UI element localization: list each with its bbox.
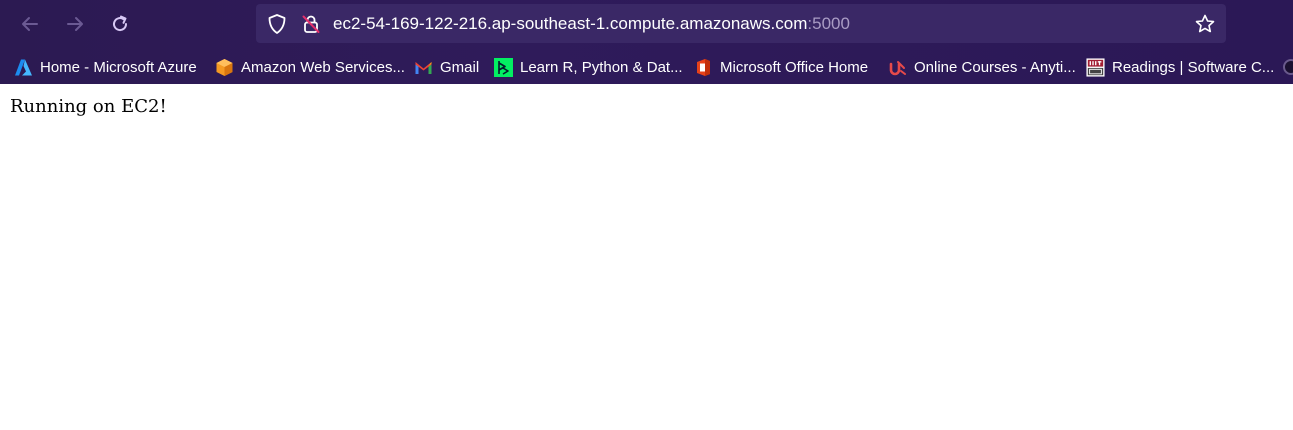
bookmarks-overflow-icon[interactable] (1283, 59, 1293, 75)
insecure-lock-icon[interactable] (300, 13, 322, 35)
bookmark-azure[interactable]: Home - Microsoft Azure (14, 55, 197, 79)
bookmark-label: Home - Microsoft Azure (40, 58, 197, 76)
url-host: ec2-54-169-122-216.ap-southeast-1.comput… (333, 14, 808, 33)
bookmark-udemy[interactable]: Online Courses - Anyti... (888, 55, 1076, 79)
page-content: Running on EC2! (0, 84, 1293, 430)
shield-icon[interactable] (266, 13, 288, 35)
url-text[interactable]: ec2-54-169-122-216.ap-southeast-1.comput… (333, 13, 850, 35)
reload-icon (113, 15, 128, 32)
forward-button[interactable] (61, 10, 89, 38)
bookmark-mit-ocw[interactable]: Readings | Software C... (1086, 55, 1274, 79)
bookmark-label: Amazon Web Services... (241, 58, 405, 76)
gmail-icon (414, 58, 433, 77)
azure-logo-icon (14, 58, 33, 77)
reload-button[interactable] (106, 10, 134, 38)
bookmark-datacamp[interactable]: Learn R, Python & Dat... (494, 55, 683, 79)
browser-chrome: ec2-54-169-122-216.ap-southeast-1.comput… (0, 0, 1293, 84)
bookmark-star-icon[interactable] (1194, 13, 1216, 35)
navigation-toolbar: ec2-54-169-122-216.ap-southeast-1.comput… (0, 0, 1293, 48)
aws-cube-icon (215, 58, 234, 77)
bookmark-label: Gmail (440, 58, 480, 76)
address-bar[interactable]: ec2-54-169-122-216.ap-southeast-1.comput… (256, 4, 1226, 43)
bookmark-gmail[interactable]: Gmail (414, 55, 479, 79)
bookmarks-bar: Home - Microsoft Azure Amazon Web Servic… (0, 50, 1293, 84)
bookmark-label: Learn R, Python & Dat... (520, 58, 683, 76)
back-button[interactable] (16, 10, 44, 38)
office-logo-icon (694, 58, 713, 77)
arrow-right-icon (67, 17, 83, 31)
url-port: :5000 (807, 14, 850, 33)
page-body-text: Running on EC2! (10, 96, 167, 117)
bookmark-label: Readings | Software C... (1112, 58, 1275, 76)
bookmark-aws[interactable]: Amazon Web Services... (215, 55, 405, 79)
bookmark-office[interactable]: Microsoft Office Home (694, 55, 868, 79)
bookmark-label: Microsoft Office Home (720, 58, 869, 76)
bookmark-label: Online Courses - Anyti... (914, 58, 1076, 76)
mit-ocw-logo-icon (1086, 57, 1105, 77)
udemy-logo-icon (888, 58, 907, 77)
arrow-left-icon (22, 17, 38, 31)
datacamp-logo-icon (494, 57, 513, 77)
